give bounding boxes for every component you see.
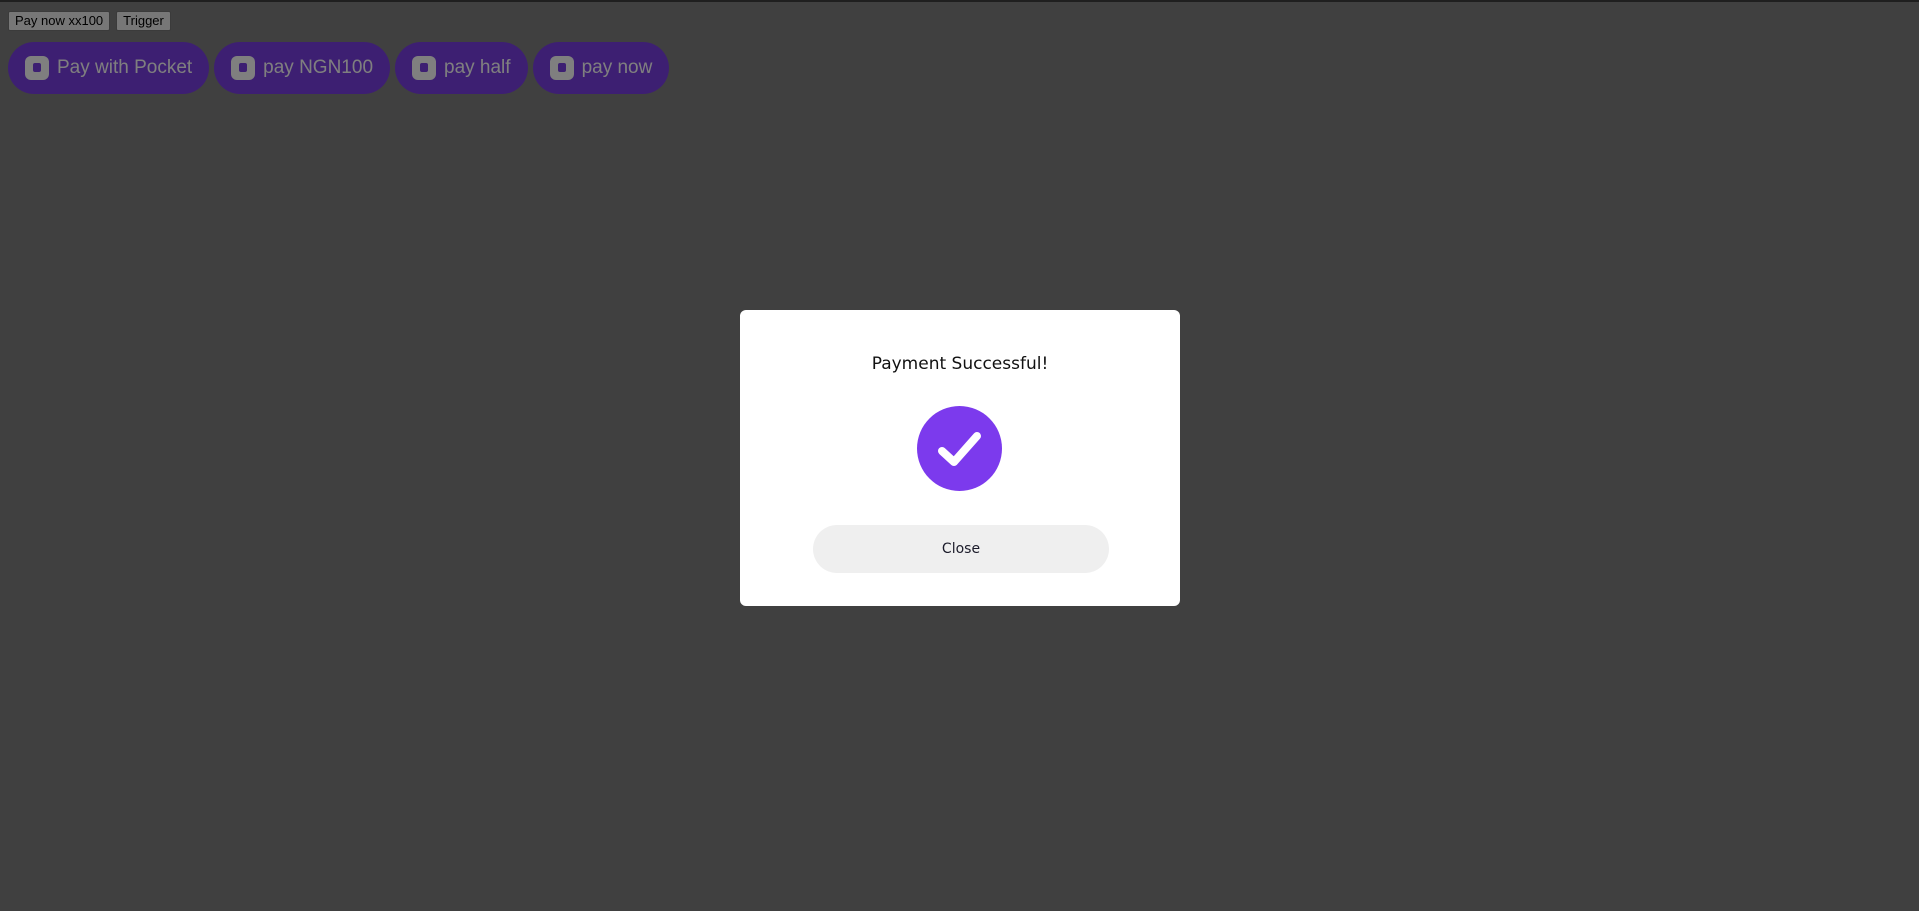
dialog-title: Payment Successful! [871,354,1049,374]
close-button[interactable]: Close [813,525,1109,573]
checkmark-icon [938,432,981,466]
checkmark-circle-icon [917,406,1002,491]
payment-success-dialog: Payment Successful! Close [740,310,1180,606]
